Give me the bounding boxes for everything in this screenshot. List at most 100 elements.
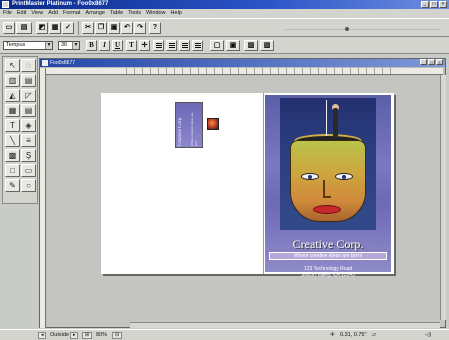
- card-title: Creative Corp.: [178, 116, 183, 146]
- font-size-select[interactable]: 36 ▼: [58, 41, 80, 50]
- effect-icon[interactable]: ▧: [260, 40, 274, 51]
- doc-maximize-button[interactable]: □: [428, 59, 435, 65]
- page-fold-line: [263, 93, 264, 274]
- check-icon[interactable]: ✓: [62, 22, 74, 34]
- next-page-icon[interactable]: ▸: [70, 332, 78, 339]
- doc-close-button[interactable]: ×: [436, 59, 443, 65]
- zoom-level[interactable]: 80%: [96, 332, 107, 339]
- menu-view[interactable]: View: [31, 9, 43, 18]
- text-tool-icon[interactable]: Ş: [21, 149, 36, 162]
- font-value: Tempus: [6, 42, 26, 48]
- vertical-ruler[interactable]: [40, 68, 46, 328]
- standard-toolbar: ▭ ▤ ◩ ▦ ✓ ✂ ❐ ▣ ↶ ↷ ?: [0, 18, 449, 37]
- position-icon: ✛: [330, 332, 335, 338]
- align-center-icon[interactable]: [166, 40, 177, 51]
- page-view-icon[interactable]: ⊞: [82, 332, 92, 339]
- table-icon[interactable]: ▤: [21, 104, 36, 117]
- text-effect-icon[interactable]: T: [126, 40, 137, 51]
- menu-window[interactable]: Window: [146, 9, 166, 18]
- undo-icon[interactable]: ↶: [121, 22, 133, 34]
- menu-edit[interactable]: Edit: [17, 9, 26, 18]
- maximize-button[interactable]: □: [430, 1, 438, 8]
- text-box-icon[interactable]: ▦: [5, 104, 20, 117]
- print-icon[interactable]: ▦: [49, 22, 61, 34]
- italic-button[interactable]: I: [99, 40, 110, 51]
- underline-button[interactable]: U: [112, 40, 123, 51]
- line-icon[interactable]: ╲: [5, 134, 20, 147]
- nose: [323, 180, 331, 198]
- chevron-down-icon[interactable]: ▼: [72, 42, 79, 49]
- close-button[interactable]: ×: [439, 1, 447, 8]
- shadow-icon[interactable]: ▣: [226, 40, 240, 51]
- first-page-icon[interactable]: ◂: [38, 332, 46, 339]
- menu-tools[interactable]: Tools: [128, 9, 141, 18]
- sound-icon[interactable]: ◁): [425, 332, 431, 339]
- image-icon[interactable]: ▨: [244, 40, 258, 51]
- chevron-down-icon[interactable]: ▼: [45, 42, 52, 49]
- cover-title[interactable]: Creative Corp.: [267, 237, 389, 251]
- size-icon: ▱: [372, 332, 377, 338]
- window-title: PrintMaster Platinum - Foo0x8677: [12, 1, 109, 7]
- menu-arrange[interactable]: Arrange: [85, 9, 105, 18]
- help-icon[interactable]: ?: [149, 22, 161, 34]
- cover-tagline[interactable]: Where creative ideas are born!: [269, 252, 387, 260]
- open-icon[interactable]: ▤: [16, 22, 32, 34]
- rope: [326, 100, 327, 136]
- business-card-thumbnail[interactable]: Creative Corp. Where creative ideas are …: [175, 102, 203, 148]
- window-controls: _ □ ×: [421, 1, 447, 8]
- crop-icon[interactable]: ◸: [21, 89, 36, 102]
- fill-icon[interactable]: ◈: [21, 119, 36, 132]
- document-controls: _ □ ×: [420, 59, 443, 65]
- new-icon[interactable]: ▭: [3, 22, 15, 34]
- vertical-scrollbar[interactable]: [440, 75, 446, 320]
- card-artwork[interactable]: [207, 118, 219, 130]
- rotate-icon[interactable]: ◌: [21, 59, 36, 72]
- headline-icon[interactable]: T: [5, 119, 20, 132]
- app-icon[interactable]: [2, 1, 9, 8]
- lines-icon[interactable]: ≡: [21, 134, 36, 147]
- picture-icon[interactable]: ▥: [5, 74, 20, 87]
- horizontal-ruler[interactable]: [46, 68, 443, 75]
- text-direction-icon[interactable]: ✛: [139, 40, 150, 51]
- minimize-button[interactable]: _: [421, 1, 429, 8]
- calendar-icon[interactable]: ▩: [5, 149, 20, 162]
- cut-icon[interactable]: ✂: [82, 22, 94, 34]
- ellipse-icon[interactable]: ○: [21, 179, 36, 192]
- address-line-2[interactable]: Silicon Valley, CA 12345: [267, 272, 389, 278]
- save-icon[interactable]: ◩: [36, 22, 48, 34]
- font-size-value: 36: [61, 42, 68, 48]
- copy-icon[interactable]: ❐: [95, 22, 107, 34]
- font-select[interactable]: Tempus ▼: [3, 41, 53, 50]
- menu-format[interactable]: Format: [63, 9, 80, 18]
- redo-icon[interactable]: ↷: [134, 22, 146, 34]
- toolbar-handle[interactable]: [345, 27, 349, 31]
- zoom-tool-icon[interactable]: ⊟: [112, 332, 122, 339]
- align-right-icon[interactable]: [179, 40, 190, 51]
- zoom-icon[interactable]: ▤: [21, 74, 36, 87]
- pointer-icon[interactable]: ↖: [5, 59, 20, 72]
- menu-add[interactable]: Add: [48, 9, 58, 18]
- pen-icon[interactable]: ✎: [5, 179, 20, 192]
- justify-icon[interactable]: [192, 40, 203, 51]
- menu-table[interactable]: Table: [110, 9, 123, 18]
- rectangle-icon[interactable]: □: [5, 164, 20, 177]
- page-label[interactable]: Outside: [50, 332, 69, 339]
- tool-palette: ↖ ◌ ▥ ▤ ◭ ◸ ▦ ▤ T ◈ ╲ ≡ ▩ Ş □ ▭ ✎ ○: [2, 56, 38, 204]
- frame-icon[interactable]: ▢: [210, 40, 224, 51]
- toolbar-separator: [78, 21, 79, 35]
- rounded-rect-icon[interactable]: ▭: [21, 164, 36, 177]
- horizontal-scrollbar[interactable]: [130, 322, 440, 328]
- graphic-icon[interactable]: ◭: [5, 89, 20, 102]
- document-title: Foo0x8677: [50, 60, 76, 66]
- menu-bar: File Edit View Add Format Arrange Table …: [0, 9, 449, 18]
- menu-help[interactable]: Help: [171, 9, 182, 18]
- align-left-icon[interactable]: [153, 40, 164, 51]
- document-icon[interactable]: [42, 60, 48, 66]
- paste-icon[interactable]: ▣: [108, 22, 120, 34]
- bold-button[interactable]: B: [86, 40, 97, 51]
- card-subtitle: Where creative ideas are born: [190, 112, 198, 146]
- doc-minimize-button[interactable]: _: [420, 59, 427, 65]
- format-toolbar: Tempus ▼ 36 ▼ B I U T ✛ ▢ ▣ ▨ ▧: [0, 38, 449, 54]
- menu-file[interactable]: File: [3, 9, 12, 18]
- right-eye: [335, 173, 353, 180]
